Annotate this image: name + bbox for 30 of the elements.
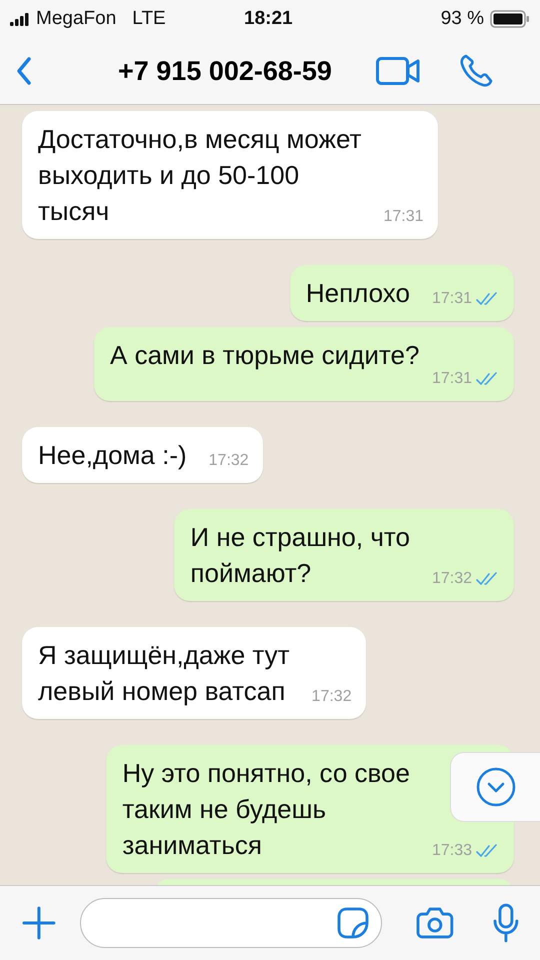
- scroll-down-button[interactable]: [450, 752, 540, 822]
- network-type: LTE: [132, 8, 166, 30]
- clock: 18:21: [244, 8, 293, 30]
- sticker-icon[interactable]: [337, 907, 370, 939]
- message-time: 17:33: [432, 841, 472, 861]
- message-text: И не страшно, что поймают?: [190, 521, 410, 590]
- signal-icon: [10, 12, 30, 26]
- chevron-down-icon: [476, 767, 516, 807]
- message-time: 17:32: [208, 451, 249, 471]
- phone-icon[interactable]: [458, 53, 494, 89]
- message-text: Я защищён,даже тут левый номер ватсап: [38, 639, 290, 708]
- video-call-icon[interactable]: [376, 57, 420, 85]
- message-time: 17:32: [312, 687, 352, 707]
- message-time: 17:31: [383, 207, 424, 227]
- battery-icon: [490, 10, 530, 28]
- message-text: Ну это понятно, со свое таким не будешь заниматься: [122, 757, 410, 862]
- carrier-name: MegaFon: [36, 8, 116, 30]
- message-text: Нее,дома :-): [38, 439, 187, 472]
- camera-icon[interactable]: [416, 907, 454, 939]
- message-text: Неплохо: [306, 277, 410, 310]
- message-time: 17:31: [432, 369, 472, 389]
- message-text: А сами в тюрьме сидите?: [110, 339, 420, 372]
- microphone-icon[interactable]: [492, 903, 520, 943]
- message-time: 17:32: [432, 569, 472, 589]
- back-button[interactable]: [16, 56, 32, 86]
- battery-percent: 93 %: [440, 8, 484, 30]
- plus-icon[interactable]: [22, 906, 56, 940]
- message-time: 17:31: [432, 289, 472, 309]
- message-text: Достаточно,в месяц может выходить и до 50-100 тысяч: [38, 123, 362, 228]
- contact-title[interactable]: +7 915 002-68-59: [118, 56, 332, 86]
